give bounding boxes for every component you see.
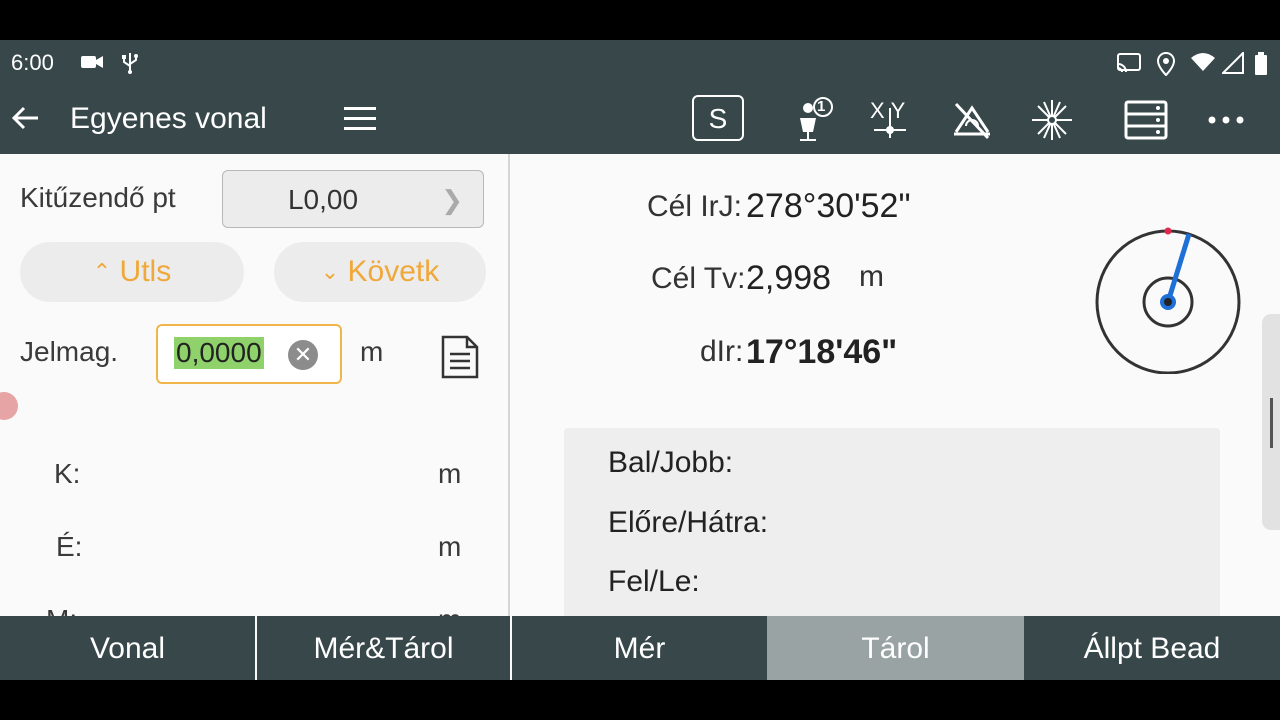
target-distance-label: Cél Tv: [651, 262, 746, 295]
direction-compass [1095, 227, 1241, 374]
target-distance-value: 2,998 [746, 259, 832, 297]
forward-back-label: Előre/Hátra: [608, 506, 769, 539]
measure-store-button[interactable]: Mér&Tárol [257, 616, 510, 680]
offsets-card: Bal/Jobb: Előre/Hátra: Fel/Le: [564, 428, 1220, 638]
person-target-button[interactable]: 1 [786, 96, 834, 144]
station-setup-button[interactable]: Állpt Bead [1024, 616, 1280, 680]
previous-point-button[interactable]: ⌃ Utls [20, 242, 244, 302]
xy-axis-icon [874, 108, 906, 138]
status-bar: 6:00 [0, 40, 1280, 84]
target-height-input[interactable]: 0,0000 ✕ [156, 324, 342, 384]
delta-direction-label: dIr: [700, 335, 744, 368]
tilt-off-icon[interactable] [948, 96, 996, 144]
coord-e-unit: m [438, 531, 462, 562]
hamburger-menu-icon[interactable] [342, 104, 378, 134]
wifi-icon [1191, 53, 1215, 71]
bottom-action-bar: Vonal Mér&Tárol Mér Tárol Állpt Bead [0, 616, 1280, 680]
s-mode-label: S [708, 103, 728, 134]
laser-pointer-icon[interactable] [1028, 96, 1076, 144]
target-azimuth-label: Cél IrJ: [647, 190, 743, 223]
video-camera-icon [81, 56, 103, 68]
app-bar: Egyenes vonal S 1 XY [0, 84, 1280, 154]
location-icon [1157, 52, 1175, 76]
person-badge: 1 [817, 98, 826, 115]
stakeout-point-label: Kitűzendő pt [20, 182, 176, 213]
left-panel: Kitűzendő pt L0,00 ❯ ⌃ Utls ⌄ Követk Jel… [0, 154, 508, 635]
cell-signal-icon [1222, 52, 1244, 74]
stakeout-point-value: L0,00 [287, 184, 359, 215]
north-marker [1164, 227, 1172, 235]
touch-indicator [0, 392, 18, 420]
store-button[interactable]: Tárol [767, 616, 1024, 680]
cast-icon [1117, 53, 1141, 73]
status-time: 6:00 [11, 50, 54, 75]
clear-icon[interactable]: ✕ [288, 340, 318, 370]
side-drawer-handle[interactable] [1262, 314, 1280, 530]
person-target-icon [800, 97, 833, 141]
next-point-label: Követk [347, 255, 440, 288]
page-title: Egyenes vonal [70, 102, 267, 135]
up-down-label: Fel/Le: [608, 565, 700, 598]
line-button[interactable]: Vonal [0, 616, 255, 680]
data-list-icon[interactable] [1122, 96, 1170, 144]
target-distance-unit: m [859, 260, 884, 293]
left-right-label: Bal/Jobb: [608, 446, 734, 479]
more-options-icon[interactable] [1202, 96, 1250, 144]
coord-k-label: K: [54, 458, 81, 489]
document-icon[interactable] [440, 334, 480, 380]
chevron-down-icon: ⌄ [320, 259, 340, 284]
s-mode-button[interactable]: S [692, 95, 744, 141]
coord-k-unit: m [438, 458, 462, 489]
measure-button[interactable]: Mér [512, 616, 767, 680]
previous-point-label: Utls [119, 255, 172, 288]
chevron-up-icon: ⌃ [92, 259, 112, 284]
stakeout-point-selector[interactable]: L0,00 ❯ [222, 170, 484, 228]
coord-e-label: É: [56, 531, 83, 562]
chevron-right-icon: ❯ [441, 185, 463, 215]
usb-icon [122, 53, 138, 74]
target-height-label: Jelmag. [20, 336, 119, 367]
right-panel: Cél IrJ: 278°30'52" Cél Tv: 2,998 m dIr:… [510, 154, 1280, 638]
target-height-unit: m [360, 336, 384, 367]
battery-icon [1255, 52, 1267, 75]
target-azimuth-value: 278°30'52" [746, 187, 911, 225]
app-screen: 6:00 Egyenes vonal S 1 XY Kitűzendő pt [0, 40, 1280, 680]
xy-coordinate-button[interactable]: XY [866, 96, 914, 144]
next-point-button[interactable]: ⌄ Követk [274, 242, 486, 302]
back-arrow-icon[interactable] [10, 102, 42, 134]
compass-needle [1165, 233, 1192, 303]
target-height-value: 0,0000 [174, 337, 264, 369]
delta-direction-value: 17°18'46" [746, 333, 898, 371]
